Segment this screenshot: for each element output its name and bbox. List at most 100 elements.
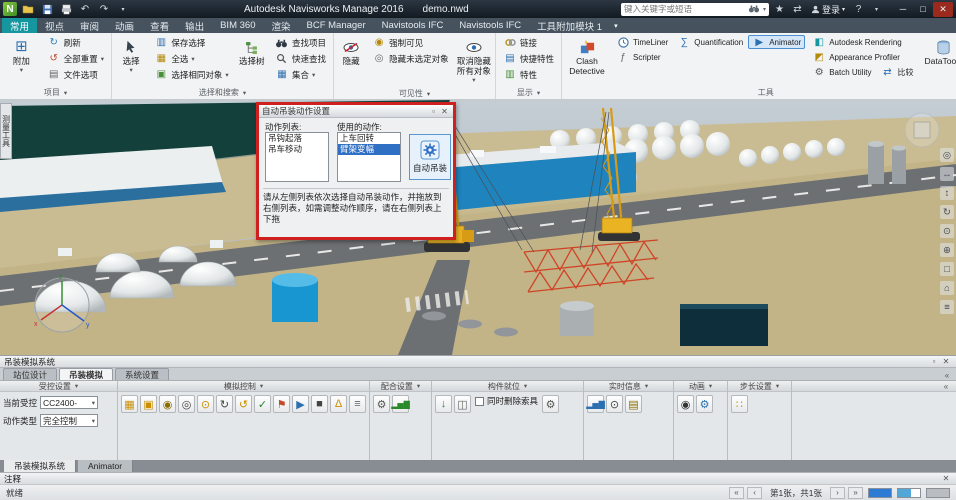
favorites-star-icon[interactable]: ★ (772, 2, 787, 16)
help-dropdown-icon[interactable]: ▾ (869, 2, 884, 16)
section-header[interactable]: 实时信息▾ (584, 381, 673, 392)
reset-all-button[interactable]: ↺全部重置▾ (43, 51, 108, 66)
batch-utility-button[interactable]: ⚙Batch Utility (808, 65, 875, 79)
tab-review[interactable]: 审阅 (72, 18, 107, 33)
ribbon-group-label-project[interactable]: 项目▾ (0, 86, 111, 99)
datatools-button[interactable]: DataTools (920, 35, 956, 69)
sim-tabs-overflow-icon[interactable]: « (941, 370, 953, 380)
zoom-window-icon[interactable]: ⊕ (940, 243, 954, 257)
hide-button[interactable]: 隐藏 (337, 35, 365, 69)
ribbon-collapse-icon[interactable]: ▾ (614, 18, 618, 33)
print-button[interactable] (58, 2, 74, 16)
action-listbox[interactable]: 吊钩起落 吊车移动 (265, 132, 329, 182)
timeliner-button[interactable]: TimeLiner (612, 35, 672, 49)
save-button[interactable] (39, 2, 55, 16)
home-view-icon[interactable]: ⌂ (940, 281, 954, 295)
tab-home[interactable]: 常用 (2, 18, 37, 33)
sim-tab-lift-simulation[interactable]: 吊装模拟 (59, 368, 113, 380)
sign-in-button[interactable]: 登录 ▾ (808, 3, 848, 16)
select-all-button[interactable]: ▦全选▾ (150, 51, 232, 66)
list-item[interactable]: 吊车移动 (266, 144, 328, 155)
sim-panel-close-icon[interactable]: ✕ (940, 357, 952, 367)
section-header[interactable]: 步长设置▾ (728, 381, 791, 392)
current-controlled-select[interactable]: CC2400-▾ (40, 396, 98, 409)
links-button[interactable]: 链接 (499, 35, 558, 50)
panel-overflow-icon[interactable]: « (940, 381, 952, 391)
sim-control-button[interactable]: ↺ (235, 395, 252, 413)
minimize-button[interactable]: ─ (893, 2, 913, 17)
tab-output[interactable]: 输出 (177, 18, 212, 33)
used-actions-listbox[interactable]: 上车回转 臂架变幅 (337, 132, 401, 182)
dialog-close-icon[interactable]: ✕ (439, 106, 450, 116)
comments-close-icon[interactable]: ✕ (940, 474, 952, 484)
exchange-apps-icon[interactable]: ⇄ (790, 2, 805, 16)
steering-wheel-icon[interactable]: ◎ (940, 148, 954, 162)
save-selection-button[interactable]: ▥保存选择 (150, 35, 232, 50)
sim-tab-station-design[interactable]: 站位设计 (3, 368, 57, 380)
step-icon[interactable]: ∷ (731, 395, 748, 413)
select-button[interactable]: 选择 ▾ (115, 35, 147, 76)
sets-button[interactable]: ▦集合▾ (271, 67, 330, 82)
sim-control-button[interactable]: ⊙ (197, 395, 214, 413)
tab-viewpoint[interactable]: 视点 (37, 18, 72, 33)
camera-icon[interactable]: ◉ (677, 395, 694, 413)
ribbon-group-label-tools[interactable]: 工具 (562, 86, 956, 99)
look-around-icon[interactable]: ⊙ (940, 224, 954, 238)
quick-find-button[interactable]: 快速查找 (271, 51, 330, 66)
section-header[interactable]: 受控设置▾ (0, 381, 117, 392)
sim-tab-system-settings[interactable]: 系统设置 (115, 368, 169, 380)
delete-rigging-checkbox[interactable]: 同时删除索具 (473, 395, 540, 407)
sim-control-button[interactable]: ⚑ (273, 395, 290, 413)
close-button[interactable]: ✕ (933, 2, 953, 17)
refresh-button[interactable]: ↻刷新 (43, 35, 108, 50)
list-item-selected[interactable]: 臂架变幅 (338, 144, 400, 155)
help-icon[interactable]: ? (851, 2, 866, 16)
hide-unselected-button[interactable]: ◎隐藏未选定对象 (368, 51, 453, 66)
tab-bim360[interactable]: BIM 360 (212, 18, 263, 33)
section-header[interactable]: 动画▾ (674, 381, 727, 392)
viewport-3d[interactable]: z x y 测量工具 ◎ ↔ ↕ ↻ ⊙ ⊕ □ ⌂ ≡ 自动吊装动作设置 (0, 100, 956, 355)
fit-view-icon[interactable]: □ (940, 262, 954, 276)
orbit-icon[interactable]: ↻ (940, 205, 954, 219)
action-type-select[interactable]: 完全控制▾ (40, 414, 98, 427)
place-down-icon[interactable]: ↓ (435, 395, 452, 413)
tab-render[interactable]: 渲染 (263, 18, 298, 33)
properties-button[interactable]: ▥特性 (499, 67, 558, 82)
section-header[interactable]: 构件就位▾ (432, 381, 583, 392)
appearance-profiler-button[interactable]: ◩Appearance Profiler (808, 50, 917, 64)
sim-panel-dock-icon[interactable]: ▫ (928, 357, 940, 367)
list-item[interactable]: 吊钩起落 (266, 133, 328, 144)
require-button[interactable]: ◉强制可见 (368, 35, 453, 50)
sim-control-button[interactable]: ■ (311, 395, 328, 413)
find-items-button[interactable]: 查找项目 (271, 35, 330, 50)
gears-icon[interactable]: ⚙ (696, 395, 713, 413)
component-box-icon[interactable]: ◫ (454, 395, 471, 413)
dialog-titlebar[interactable]: 自动吊装动作设置 ▫ ✕ (259, 105, 453, 118)
animator-button[interactable]: ▶Animator (748, 35, 805, 49)
log-icon[interactable]: ▤ (625, 395, 642, 413)
quantification-button[interactable]: ∑Quantification (673, 35, 747, 49)
section-header[interactable]: 模拟控制▾ (118, 381, 369, 392)
append-button[interactable]: ⊞ 附加 ▾ (3, 35, 40, 76)
tab-navistools-ifc-2[interactable]: Navistools IFC (451, 18, 529, 33)
tab-tool-addins[interactable]: 工具附加模块 1 (529, 18, 610, 33)
chart-icon[interactable]: ▂▅▇ (392, 395, 409, 413)
first-sheet-button[interactable]: « (729, 487, 744, 499)
tab-animation[interactable]: 动画 (107, 18, 142, 33)
sim-panel-titlebar[interactable]: 吊装模拟系统 ▫ ✕ (0, 356, 956, 368)
ribbon-group-label-display[interactable]: 显示▾ (496, 86, 561, 99)
sim-control-button[interactable]: ✓ (254, 395, 271, 413)
clash-detective-button[interactable]: Clash Detective (565, 35, 609, 79)
sim-control-button[interactable]: ≡ (349, 395, 366, 413)
tab-bcf-manager[interactable]: BCF Manager (299, 18, 374, 33)
compare-button[interactable]: ⇄比较 (876, 65, 917, 79)
navisworks-logo-icon[interactable]: N (3, 2, 17, 16)
doc-tab-lifting-simulation[interactable]: 吊装模拟系统 (4, 460, 76, 472)
sim-control-button[interactable]: ◎ (178, 395, 195, 413)
gear-icon[interactable]: ⚙ (542, 395, 559, 413)
quick-properties-button[interactable]: ▤快捷特性 (499, 51, 558, 66)
clock-icon[interactable]: ⊙ (606, 395, 623, 413)
undo-button[interactable]: ↶ (77, 2, 93, 16)
doc-tab-animator[interactable]: Animator (78, 460, 133, 472)
last-sheet-button[interactable]: » (848, 487, 863, 499)
